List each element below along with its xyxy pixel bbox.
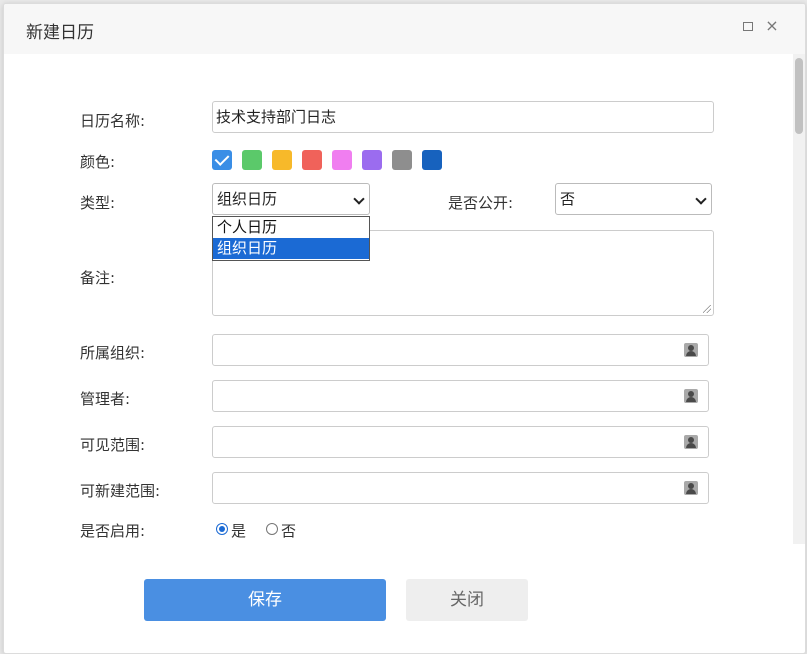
type-select[interactable]: 组织日历 (212, 183, 370, 215)
color-swatch[interactable] (392, 150, 412, 170)
resize-grip-icon[interactable] (703, 305, 711, 313)
org-label: 所属组织: (80, 344, 146, 362)
scrollbar-thumb[interactable] (795, 58, 803, 134)
public-select-value: 否 (560, 190, 576, 208)
color-swatch[interactable] (302, 150, 322, 170)
type-option-organization[interactable]: 组织日历 (213, 238, 369, 259)
dialog-titlebar: 新建日历 × (4, 4, 805, 54)
maximize-icon[interactable] (740, 18, 756, 34)
save-button[interactable]: 保存 (144, 579, 386, 621)
user-picker-icon[interactable] (684, 435, 698, 449)
color-swatch[interactable] (362, 150, 382, 170)
color-swatch[interactable] (272, 150, 292, 170)
user-picker-icon[interactable] (684, 343, 698, 357)
user-picker-icon[interactable] (684, 389, 698, 403)
vertical-scrollbar[interactable] (793, 54, 805, 544)
enabled-no-radio[interactable] (266, 523, 278, 535)
check-icon (214, 151, 230, 166)
enabled-yes-label: 是 (231, 522, 247, 540)
creatable-scope-label: 可新建范围: (80, 482, 161, 500)
dialog-title: 新建日历 (26, 23, 94, 43)
color-swatch[interactable] (242, 150, 262, 170)
public-select[interactable]: 否 (555, 183, 712, 215)
type-label: 类型: (80, 194, 116, 212)
note-label: 备注: (80, 269, 116, 287)
visible-scope-label: 可见范围: (80, 436, 146, 454)
manager-label: 管理者: (80, 390, 131, 408)
chevron-down-icon (353, 193, 365, 205)
color-swatch[interactable] (422, 150, 442, 170)
enabled-no-label: 否 (281, 522, 297, 540)
type-dropdown-list: 个人日历 组织日历 (212, 216, 370, 261)
color-label: 颜色: (80, 153, 116, 171)
user-picker-icon[interactable] (684, 481, 698, 495)
org-picker[interactable] (212, 334, 709, 366)
color-swatch[interactable] (332, 150, 352, 170)
public-label: 是否公开: (448, 194, 514, 212)
calendar-name-input[interactable]: 技术支持部门日志 (212, 101, 714, 133)
type-select-value: 组织日历 (217, 190, 278, 208)
calendar-name-label: 日历名称: (80, 112, 146, 130)
enabled-label: 是否启用: (80, 522, 146, 540)
manager-picker[interactable] (212, 380, 709, 412)
new-calendar-dialog: 新建日历 × 日历名称: 技术支持部门日志 颜色: 类型: 组织日历 是否公开:… (3, 3, 806, 654)
type-option-personal[interactable]: 个人日历 (213, 217, 369, 238)
color-swatch[interactable] (212, 150, 232, 170)
creatable-scope-picker[interactable] (212, 472, 709, 504)
enabled-yes-radio[interactable] (216, 523, 228, 535)
chevron-down-icon (695, 193, 707, 205)
close-icon[interactable]: × (764, 18, 780, 34)
close-button[interactable]: 关闭 (406, 579, 528, 621)
visible-scope-picker[interactable] (212, 426, 709, 458)
